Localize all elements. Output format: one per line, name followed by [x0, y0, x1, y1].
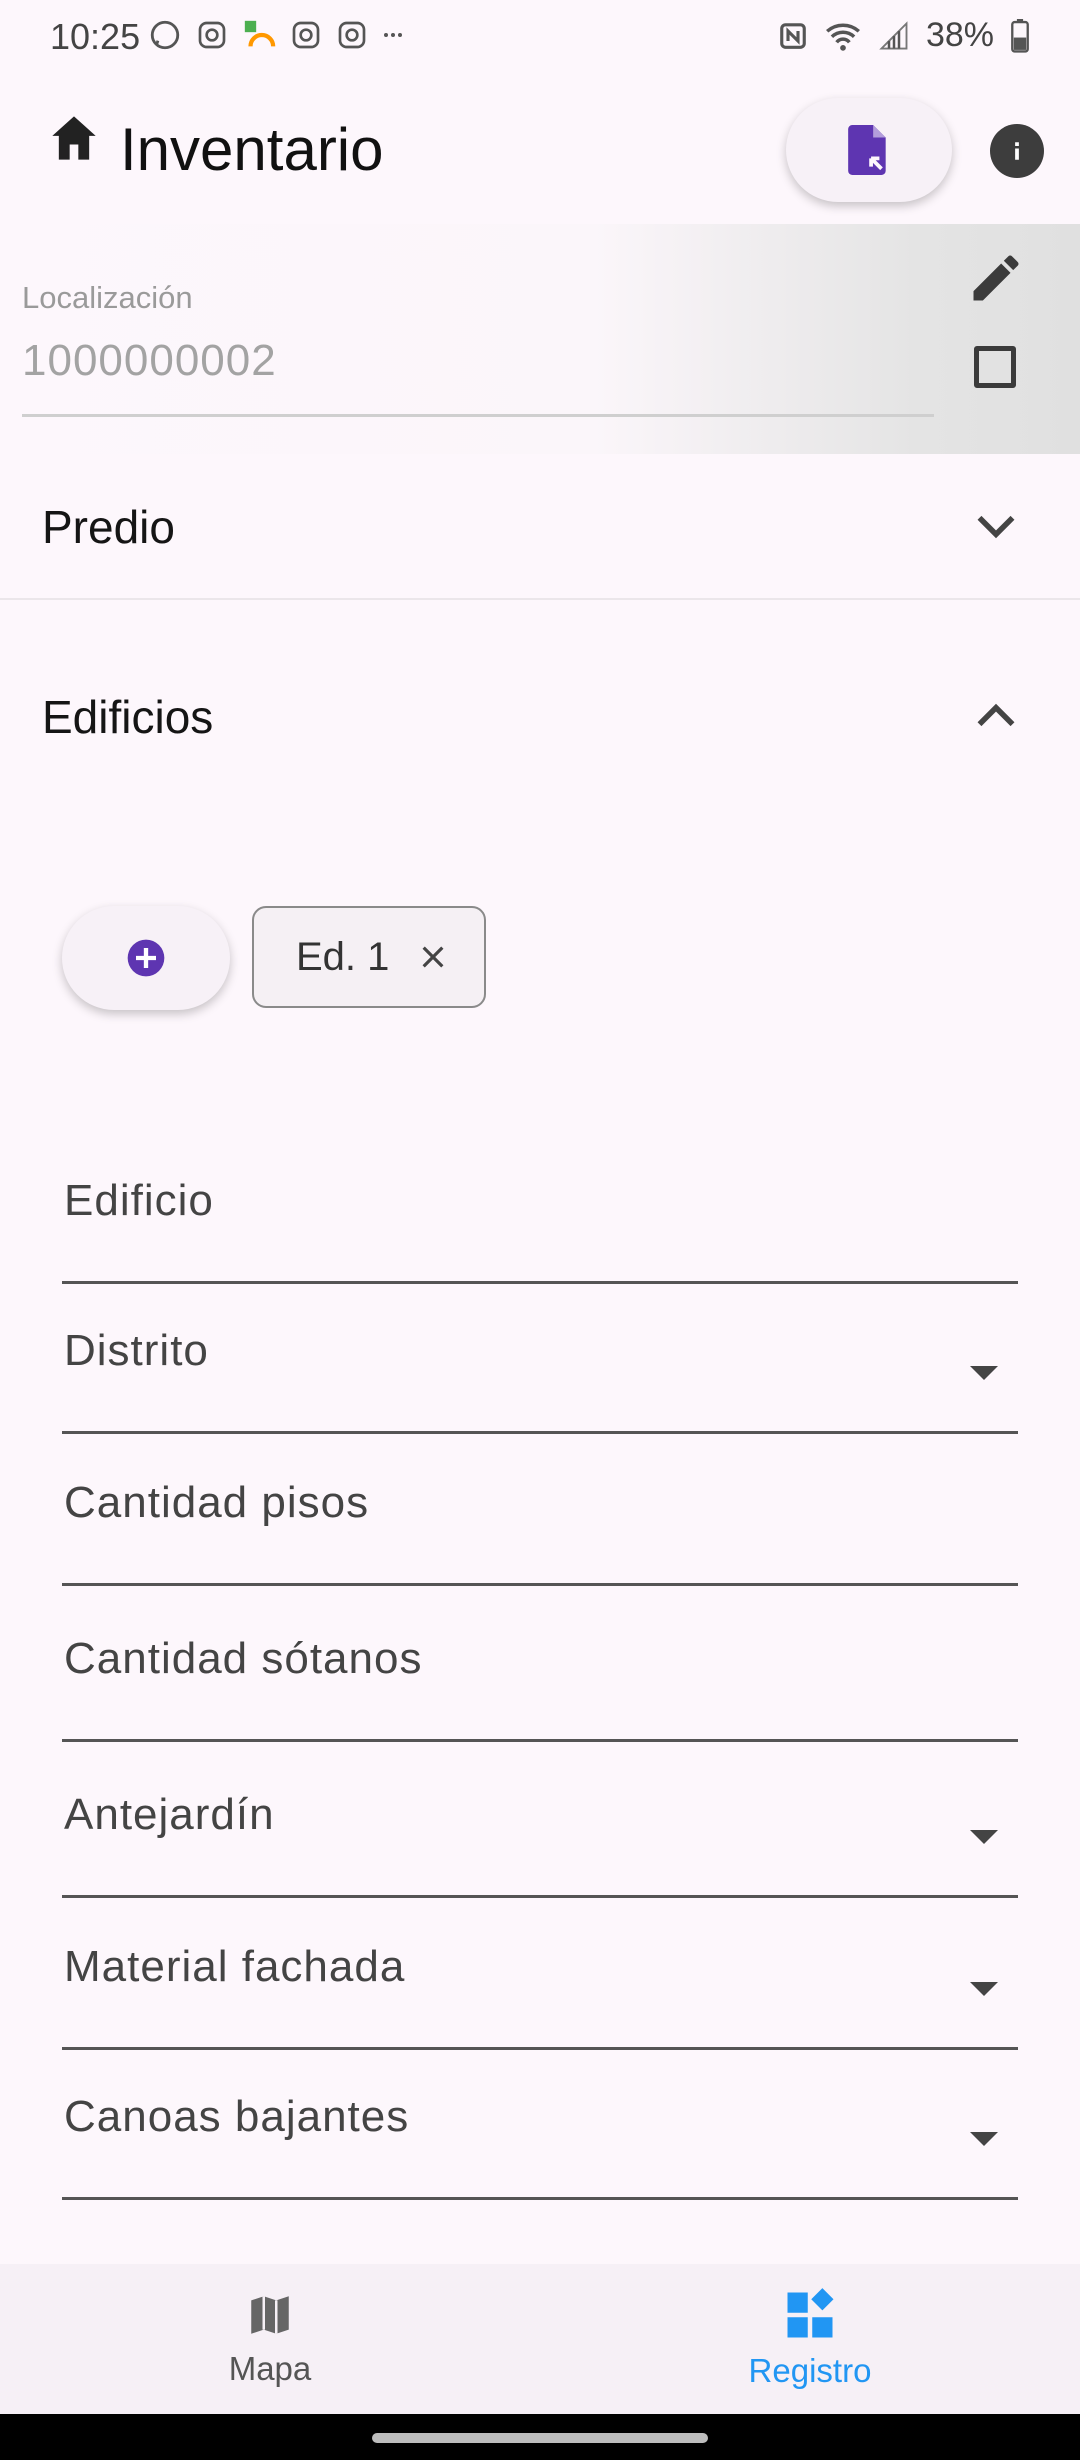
building-chip[interactable]: Ed. 1: [252, 906, 486, 1008]
antejardin-dropdown[interactable]: Antejardín: [62, 1748, 1018, 1898]
location-input[interactable]: 1000000002: [22, 336, 277, 386]
location-checkbox[interactable]: [974, 346, 1016, 388]
nav-item-registro[interactable]: Registro: [540, 2264, 1080, 2414]
map-icon: [251, 2296, 289, 2334]
edificio-field-label: Edificio: [64, 1176, 214, 1225]
file-export-icon: [848, 125, 886, 175]
building-chip-label: Ed. 1: [296, 934, 390, 979]
cantidad-pisos-field[interactable]: Cantidad pisos: [62, 1436, 1018, 1586]
instagram-icon: [292, 21, 320, 49]
dropdown-arrow-icon: [970, 1982, 998, 1996]
add-building-button[interactable]: [62, 906, 230, 1010]
cantidad-pisos-label: Cantidad pisos: [64, 1478, 370, 1527]
dropdown-arrow-icon: [970, 1830, 998, 1844]
bottom-navigation: Mapa Registro: [0, 2264, 1080, 2414]
chevron-down-icon[interactable]: [974, 512, 1018, 542]
battery-icon: [1011, 18, 1029, 53]
location-label: Localización: [22, 280, 193, 315]
nav-label-registro: Registro: [748, 2352, 872, 2389]
system-icons: 38%: [778, 16, 1030, 55]
material-fachada-label: Material fachada: [64, 1942, 406, 1991]
status-time: 10:25: [50, 16, 141, 57]
info-button[interactable]: [990, 124, 1044, 178]
cantidad-sotanos-field[interactable]: Cantidad sótanos: [62, 1592, 1018, 1742]
dashboard-icon: [787, 2288, 834, 2338]
dropdown-arrow-icon: [970, 2132, 998, 2146]
instagram-icon: [338, 21, 366, 49]
notification-icons: [148, 18, 404, 52]
page-title: Inventario: [120, 116, 384, 183]
nav-label-mapa: Mapa: [228, 2350, 312, 2387]
nfc-icon: [780, 22, 806, 49]
canoas-bajantes-label: Canoas bajantes: [64, 2092, 410, 2141]
distrito-dropdown[interactable]: Distrito: [62, 1284, 1018, 1434]
predio-section-title: Predio: [42, 501, 175, 553]
battery-percent: 38%: [925, 16, 994, 54]
canoas-bajantes-dropdown[interactable]: Canoas bajantes: [62, 2050, 1018, 2200]
location-underline: [22, 414, 934, 417]
chevron-up-icon[interactable]: [974, 700, 1018, 730]
add-circle-icon: [127, 939, 165, 977]
edificios-section-title[interactable]: Edificios: [42, 690, 213, 744]
whatsapp-icon: [150, 20, 180, 50]
nav-item-mapa[interactable]: Mapa: [0, 2264, 540, 2414]
export-file-button[interactable]: [786, 98, 952, 202]
more-dots-icon: [384, 33, 402, 37]
status-bar: 10:25 38%: [0, 0, 1080, 80]
material-fachada-dropdown[interactable]: Material fachada: [62, 1900, 1018, 2050]
dropdown-arrow-icon: [970, 1366, 998, 1380]
home-icon[interactable]: [48, 112, 100, 164]
close-icon[interactable]: [417, 941, 449, 973]
info-icon: [1015, 142, 1019, 160]
edit-icon[interactable]: [966, 248, 1026, 308]
wifi-icon: [825, 23, 860, 51]
cantidad-sotanos-label: Cantidad sótanos: [64, 1634, 423, 1683]
antejardin-label: Antejardín: [64, 1790, 275, 1839]
instagram-icon: [198, 21, 226, 49]
distrito-field-label: Distrito: [64, 1326, 209, 1375]
edificio-field[interactable]: Edificio: [62, 1134, 1018, 1284]
app-notification-icon: [244, 20, 276, 47]
signal-icon: [879, 20, 908, 49]
home-gesture-bar[interactable]: [372, 2433, 708, 2443]
